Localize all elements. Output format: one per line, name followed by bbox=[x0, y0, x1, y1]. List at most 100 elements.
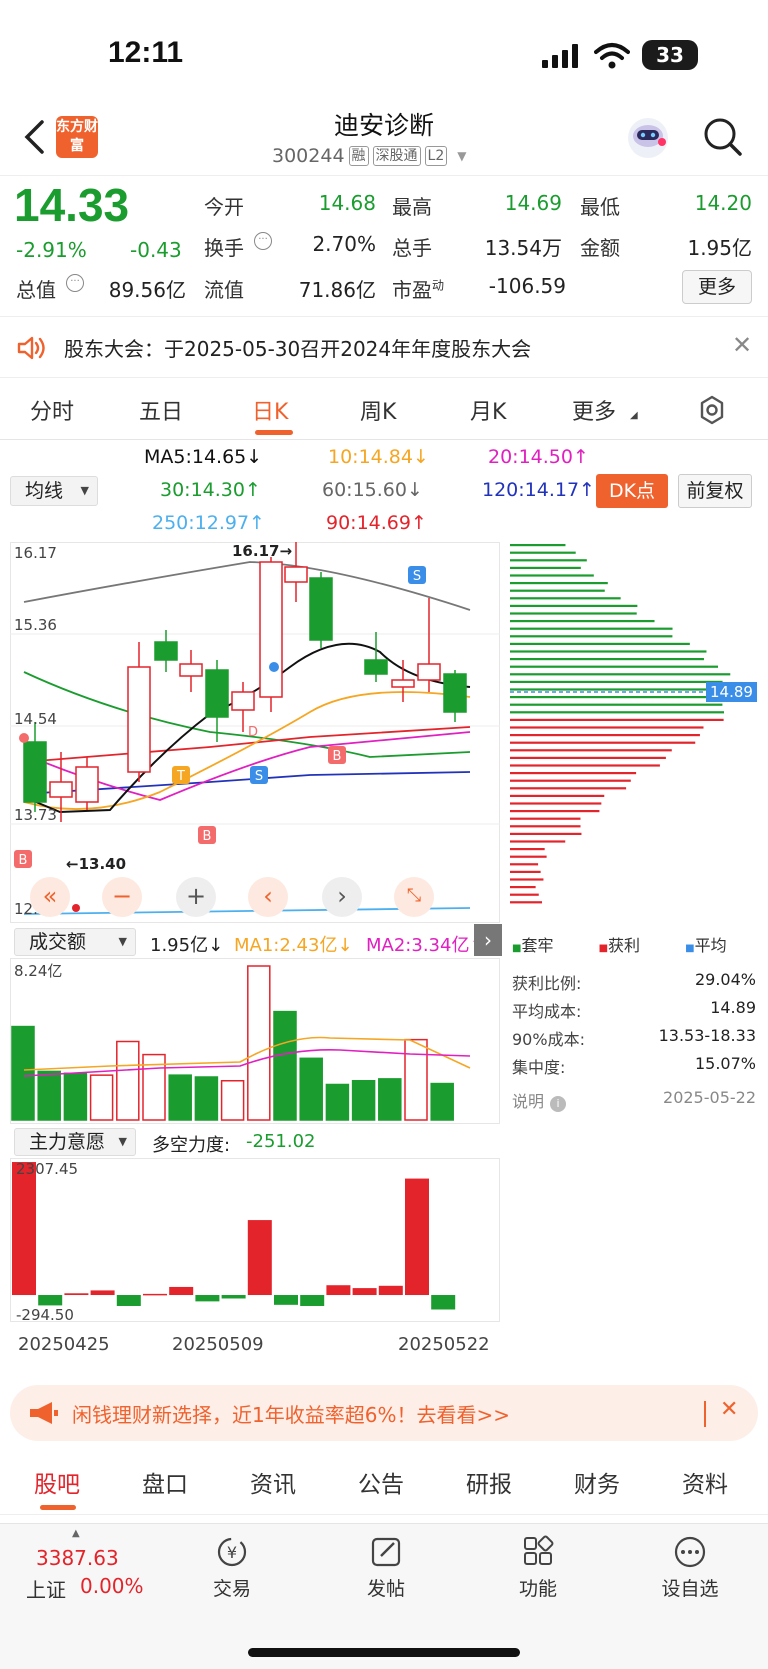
fullscreen-icon[interactable]: ⤡ bbox=[394, 877, 434, 917]
chip-bar bbox=[510, 878, 544, 881]
functions-button[interactable]: 功能 bbox=[498, 1534, 578, 1601]
index-name[interactable]: 上证 bbox=[26, 1574, 66, 1603]
ma-selector[interactable]: 均线 ▼ bbox=[10, 476, 98, 506]
trade-button[interactable]: ¥ 交易 bbox=[192, 1534, 272, 1601]
tab-monthly-k[interactable]: 月K bbox=[470, 394, 506, 426]
chip-bar bbox=[510, 726, 704, 729]
grid-icon bbox=[524, 1535, 554, 1565]
chip-stat-explain[interactable]: 说明 i 2025-05-22 bbox=[512, 1088, 756, 1112]
force-indicator-selector[interactable]: 主力意愿 ▼ bbox=[14, 1128, 136, 1156]
volume-bar bbox=[378, 1078, 402, 1121]
force-bar bbox=[326, 1285, 351, 1296]
chip-bar bbox=[510, 802, 602, 805]
tab-forum[interactable]: 股吧 bbox=[34, 1465, 80, 1499]
index-change[interactable]: 0.00% bbox=[80, 1574, 144, 1598]
force-value: -251.02 bbox=[246, 1131, 316, 1152]
zoom-out-icon[interactable]: − bbox=[102, 877, 142, 917]
wifi-icon bbox=[594, 43, 630, 69]
force-bar bbox=[12, 1162, 36, 1296]
volume-max-label: 8.24亿 bbox=[14, 962, 63, 980]
close-icon[interactable]: ✕ bbox=[720, 1397, 738, 1422]
info-dots-icon[interactable]: ··· bbox=[254, 232, 272, 250]
volume-bar bbox=[404, 1038, 428, 1121]
candle-body bbox=[284, 566, 308, 583]
scroll-left-fast-icon[interactable]: « bbox=[30, 877, 70, 917]
tab-news[interactable]: 资讯 bbox=[250, 1465, 296, 1499]
tab-daily-k[interactable]: 日K bbox=[252, 394, 288, 426]
corner-arrow-icon: ◢ bbox=[630, 410, 638, 421]
candle-body bbox=[23, 741, 47, 803]
index-value[interactable]: 3387.63 bbox=[36, 1546, 119, 1570]
add-watchlist-label: 设自选 bbox=[661, 1578, 719, 1600]
force-bar bbox=[90, 1290, 115, 1296]
tab-announcements[interactable]: 公告 bbox=[358, 1465, 404, 1499]
scroll-right-icon[interactable]: › bbox=[322, 877, 362, 917]
chip-stat-90-cost: 90%成本: 13.53-18.33 bbox=[512, 1026, 756, 1049]
price-axis-label: 16.17 bbox=[14, 544, 57, 562]
chip-bar bbox=[510, 870, 541, 873]
tab-financials[interactable]: 财务 bbox=[574, 1465, 620, 1499]
volume-chart[interactable] bbox=[10, 958, 500, 1124]
chip-bar bbox=[510, 817, 581, 820]
chip-bar bbox=[510, 612, 637, 615]
force-bar bbox=[195, 1295, 220, 1302]
zoom-in-icon[interactable]: + bbox=[176, 877, 216, 917]
volume-bar bbox=[168, 1074, 192, 1121]
expand-right-icon[interactable]: › bbox=[474, 924, 502, 956]
more-quote-button[interactable]: 更多 bbox=[682, 270, 752, 304]
robot-assistant-icon[interactable] bbox=[626, 116, 670, 160]
force-chart[interactable] bbox=[10, 1158, 500, 1322]
candle-body bbox=[127, 666, 151, 773]
candle-body bbox=[154, 641, 178, 661]
force-bar bbox=[352, 1288, 377, 1296]
close-icon[interactable]: ✕ bbox=[732, 331, 752, 359]
volume-bar bbox=[351, 1080, 376, 1121]
chip-stat-avg-cost: 平均成本: 14.89 bbox=[512, 998, 756, 1021]
force-max-label: 2307.45 bbox=[16, 1160, 79, 1178]
trade-label: 交易 bbox=[212, 1578, 251, 1600]
search-icon[interactable] bbox=[702, 116, 744, 158]
chip-bar bbox=[510, 787, 627, 790]
tab-intraday[interactable]: 分时 bbox=[30, 394, 74, 426]
chip-bar bbox=[510, 597, 621, 600]
tab-five-day[interactable]: 五日 bbox=[139, 394, 183, 426]
notice-bar[interactable]: 股东大会：于2025-05-30召开2024年年度股东大会 ✕ bbox=[0, 316, 768, 378]
tab-profile[interactable]: 资料 bbox=[682, 1465, 728, 1499]
gear-icon[interactable] bbox=[696, 394, 728, 426]
force-bar bbox=[378, 1285, 403, 1296]
post-button[interactable]: 发帖 bbox=[346, 1534, 426, 1601]
functions-label: 功能 bbox=[518, 1578, 557, 1600]
trade-icon: ¥ bbox=[217, 1537, 247, 1567]
chip-bar bbox=[510, 863, 539, 866]
date-label: 20250509 bbox=[172, 1334, 264, 1355]
pe-dynamic-sup: 动 bbox=[432, 278, 445, 293]
add-watchlist-button[interactable]: 设自选 bbox=[650, 1534, 730, 1601]
tab-research[interactable]: 研报 bbox=[466, 1465, 512, 1499]
force-bar bbox=[247, 1220, 272, 1296]
force-bar bbox=[143, 1293, 167, 1296]
promo-banner[interactable]: 闲钱理财新选择，近1年收益率超6%！去看看>> ✕ bbox=[10, 1385, 758, 1441]
chip-bar bbox=[510, 772, 637, 775]
chip-bar bbox=[510, 756, 666, 759]
marker-t-text: T bbox=[176, 769, 185, 784]
tab-more[interactable]: 更多 bbox=[572, 394, 616, 426]
divider bbox=[704, 1401, 706, 1427]
chip-bar bbox=[510, 893, 539, 896]
chip-distribution-chart[interactable] bbox=[510, 542, 760, 920]
tab-weekly-k[interactable]: 周K bbox=[360, 394, 396, 426]
chip-bar bbox=[510, 551, 576, 554]
forward-adjust-button[interactable]: 前复权 bbox=[678, 474, 752, 508]
chevron-down-icon: ▼ bbox=[457, 149, 467, 163]
force-min-label: -294.50 bbox=[16, 1306, 74, 1324]
home-indicator bbox=[248, 1648, 520, 1657]
quote-value-market-cap: 89.56亿 bbox=[108, 278, 186, 302]
candle-body bbox=[364, 659, 388, 675]
info-dots-icon[interactable]: ··· bbox=[66, 274, 84, 292]
dk-point-button[interactable]: DK点 bbox=[596, 474, 668, 508]
volume-indicator-selector[interactable]: 成交额 ▼ bbox=[14, 928, 136, 956]
stock-code-row[interactable]: 300244 融 深股通 L2 ▼ bbox=[272, 145, 466, 167]
scroll-left-icon[interactable]: ‹ bbox=[248, 877, 288, 917]
candle-body bbox=[231, 691, 255, 711]
chip-bar bbox=[510, 718, 724, 721]
tab-market-panel[interactable]: 盘口 bbox=[142, 1465, 188, 1499]
